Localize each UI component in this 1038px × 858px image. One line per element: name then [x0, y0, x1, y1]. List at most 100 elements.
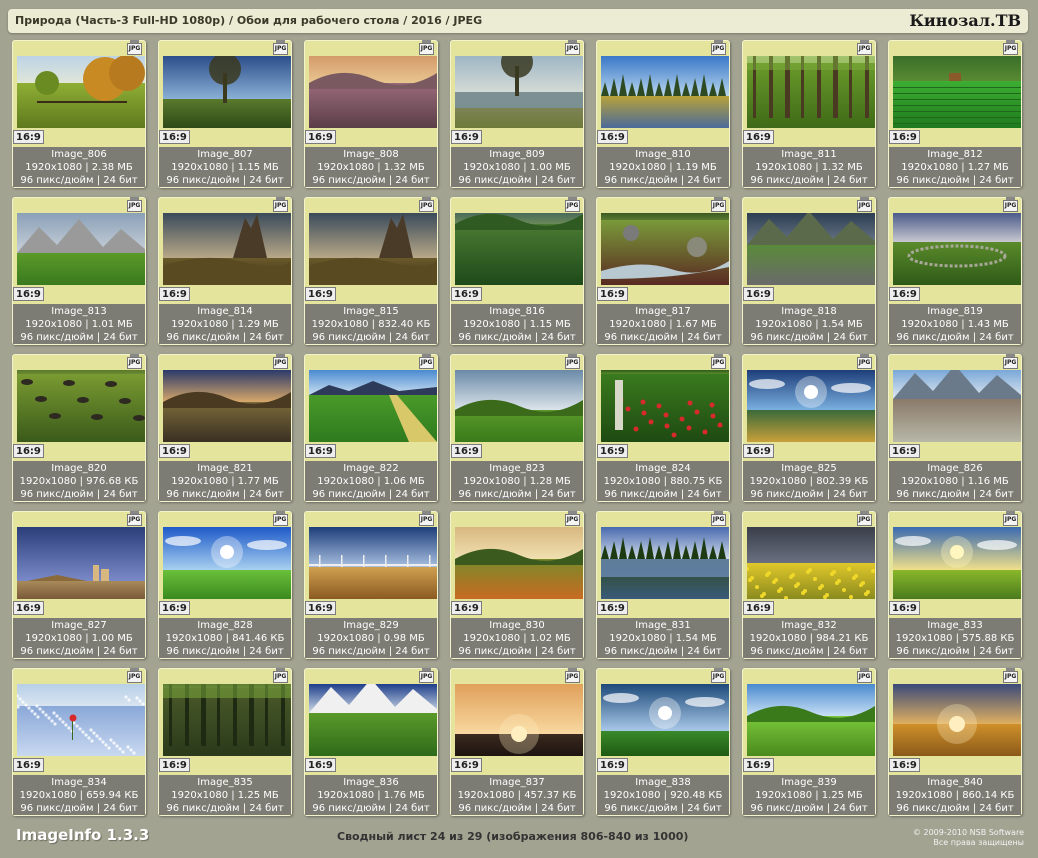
image-info-panel: Image_826 1920x1080 | 1.16 МБ 96 пикс/дю… — [889, 461, 1021, 501]
aspect-ratio-badge: 16:9 — [743, 758, 774, 772]
thumbnail-tile[interactable]: JPG 16:9 Image_828 1920x1080 | 841.46 КБ… — [158, 511, 292, 659]
thumbnail-tile[interactable]: JPG 16:9 Image_830 1920x1080 | 1.02 МБ 9… — [450, 511, 584, 659]
image-info-panel: Image_812 1920x1080 | 1.27 МБ 96 пикс/дю… — [889, 147, 1021, 187]
thumbnail-tile[interactable]: JPG 16:9 Image_840 1920x1080 | 860.14 КБ… — [888, 668, 1022, 816]
thumbnail-tile[interactable]: JPG 16:9 Image_826 1920x1080 | 1.16 МБ 9… — [888, 354, 1022, 502]
thumbnail-image[interactable] — [893, 56, 1021, 128]
thumbnail-image[interactable] — [455, 527, 583, 599]
thumbnail-image[interactable] — [747, 213, 875, 285]
thumbnail-image[interactable] — [601, 213, 729, 285]
aspect-ratio-badge: 16:9 — [889, 758, 920, 772]
image-dimensions-size: 1920x1080 | 1.16 МБ — [901, 476, 1009, 487]
image-filename: Image_811 — [781, 149, 837, 160]
thumbnail-image[interactable] — [601, 527, 729, 599]
thumbnail-image[interactable] — [309, 527, 437, 599]
jpg-file-icon: JPG — [419, 197, 434, 212]
thumbnail-image[interactable] — [163, 684, 291, 756]
thumbnail-image[interactable] — [893, 527, 1021, 599]
thumbnail-image[interactable] — [455, 56, 583, 128]
thumbnail-image[interactable] — [163, 56, 291, 128]
image-dpi-depth: 96 пикс/дюйм | 24 бит — [750, 489, 868, 500]
thumbnail-image[interactable] — [455, 213, 583, 285]
thumbnail-tile[interactable]: JPG 16:9 Image_820 1920x1080 | 976.68 КБ… — [12, 354, 146, 502]
thumbnail-tile[interactable]: JPG 16:9 Image_808 1920x1080 | 1.32 МБ 9… — [304, 40, 438, 188]
jpg-file-icon: JPG — [273, 354, 288, 369]
image-info-panel: Image_818 1920x1080 | 1.54 МБ 96 пикс/дю… — [743, 304, 875, 344]
thumbnail-tile[interactable]: JPG 16:9 Image_829 1920x1080 | 0.98 МБ 9… — [304, 511, 438, 659]
thumbnail-tile[interactable]: JPG 16:9 Image_817 1920x1080 | 1.67 МБ 9… — [596, 197, 730, 345]
thumbnail-image[interactable] — [17, 370, 145, 442]
thumbnail-image[interactable] — [17, 56, 145, 128]
thumbnail-image[interactable] — [893, 213, 1021, 285]
thumbnail-tile[interactable]: JPG 16:9 Image_834 1920x1080 | 659.94 КБ… — [12, 668, 146, 816]
aspect-ratio-badge: 16:9 — [159, 444, 190, 458]
thumbnail-tile[interactable]: JPG 16:9 Image_825 1920x1080 | 802.39 КБ… — [742, 354, 876, 502]
thumbnail-tile[interactable]: JPG 16:9 Image_811 1920x1080 | 1.32 МБ 9… — [742, 40, 876, 188]
thumbnail-tile[interactable]: JPG 16:9 Image_835 1920x1080 | 1.25 МБ 9… — [158, 668, 292, 816]
image-info-panel: Image_807 1920x1080 | 1.15 МБ 96 пикс/дю… — [159, 147, 291, 187]
image-info-panel: Image_832 1920x1080 | 984.21 КБ 96 пикс/… — [743, 618, 875, 658]
thumbnail-tile[interactable]: JPG 16:9 Image_838 1920x1080 | 920.48 КБ… — [596, 668, 730, 816]
thumbnail-tile[interactable]: JPG 16:9 Image_806 1920x1080 | 2.38 МБ 9… — [12, 40, 146, 188]
thumbnail-image[interactable] — [747, 56, 875, 128]
thumbnail-image[interactable] — [163, 527, 291, 599]
thumbnail-tile[interactable]: JPG 16:9 Image_821 1920x1080 | 1.77 МБ 9… — [158, 354, 292, 502]
thumbnail-image[interactable] — [309, 370, 437, 442]
aspect-ratio-badge: 16:9 — [305, 130, 336, 144]
image-filename: Image_832 — [781, 620, 837, 631]
thumbnail-image[interactable] — [17, 213, 145, 285]
thumbnail-tile[interactable]: JPG 16:9 Image_824 1920x1080 | 880.75 КБ… — [596, 354, 730, 502]
thumbnail-image[interactable] — [601, 684, 729, 756]
thumbnail-image[interactable] — [309, 213, 437, 285]
thumbnail-tile[interactable]: JPG 16:9 Image_822 1920x1080 | 1.06 МБ 9… — [304, 354, 438, 502]
thumbnail-tile[interactable]: JPG 16:9 Image_836 1920x1080 | 1.76 МБ 9… — [304, 668, 438, 816]
thumbnail-image[interactable] — [309, 56, 437, 128]
image-dpi-depth: 96 пикс/дюйм | 24 бит — [312, 332, 430, 343]
thumbnail-tile[interactable]: JPG 16:9 Image_814 1920x1080 | 1.29 МБ 9… — [158, 197, 292, 345]
image-info-panel: Image_825 1920x1080 | 802.39 КБ 96 пикс/… — [743, 461, 875, 501]
image-dpi-depth: 96 пикс/дюйм | 24 бит — [750, 332, 868, 343]
thumbnail-image[interactable] — [893, 684, 1021, 756]
thumbnail-image[interactable] — [747, 684, 875, 756]
thumbnail-tile[interactable]: JPG 16:9 Image_831 1920x1080 | 1.54 МБ 9… — [596, 511, 730, 659]
thumbnail-tile[interactable]: JPG 16:9 Image_839 1920x1080 | 1.25 МБ 9… — [742, 668, 876, 816]
image-dimensions-size: 1920x1080 | 2.38 МБ — [25, 162, 133, 173]
image-info-panel: Image_817 1920x1080 | 1.67 МБ 96 пикс/дю… — [597, 304, 729, 344]
thumbnail-image[interactable] — [309, 684, 437, 756]
image-info-panel: Image_822 1920x1080 | 1.06 МБ 96 пикс/дю… — [305, 461, 437, 501]
thumbnail-tile[interactable]: JPG 16:9 Image_827 1920x1080 | 1.00 МБ 9… — [12, 511, 146, 659]
thumbnail-tile[interactable]: JPG 16:9 Image_813 1920x1080 | 1.01 МБ 9… — [12, 197, 146, 345]
thumbnail-image[interactable] — [601, 56, 729, 128]
thumbnail-image[interactable] — [17, 527, 145, 599]
thumbnail-tile[interactable]: JPG 16:9 Image_816 1920x1080 | 1.15 МБ 9… — [450, 197, 584, 345]
image-info-panel: Image_811 1920x1080 | 1.32 МБ 96 пикс/дю… — [743, 147, 875, 187]
image-info-panel: Image_831 1920x1080 | 1.54 МБ 96 пикс/дю… — [597, 618, 729, 658]
aspect-ratio-badge: 16:9 — [451, 444, 482, 458]
thumbnail-image[interactable] — [163, 370, 291, 442]
thumbnail-image[interactable] — [17, 684, 145, 756]
thumbnail-tile[interactable]: JPG 16:9 Image_823 1920x1080 | 1.28 МБ 9… — [450, 354, 584, 502]
thumbnail-tile[interactable]: JPG 16:9 Image_833 1920x1080 | 575.88 КБ… — [888, 511, 1022, 659]
image-dpi-depth: 96 пикс/дюйм | 24 бит — [896, 332, 1014, 343]
thumbnail-image[interactable] — [163, 213, 291, 285]
thumbnail-image[interactable] — [747, 370, 875, 442]
thumbnail-tile[interactable]: JPG 16:9 Image_809 1920x1080 | 1.00 МБ 9… — [450, 40, 584, 188]
thumbnail-tile[interactable]: JPG 16:9 Image_819 1920x1080 | 1.43 МБ 9… — [888, 197, 1022, 345]
thumbnail-tile[interactable]: JPG 16:9 Image_837 1920x1080 | 457.37 КБ… — [450, 668, 584, 816]
thumbnail-tile[interactable]: JPG 16:9 Image_812 1920x1080 | 1.27 МБ 9… — [888, 40, 1022, 188]
image-dpi-depth: 96 пикс/дюйм | 24 бит — [896, 646, 1014, 657]
thumbnail-tile[interactable]: JPG 16:9 Image_815 1920x1080 | 832.40 КБ… — [304, 197, 438, 345]
thumbnail-tile[interactable]: JPG 16:9 Image_810 1920x1080 | 1.19 МБ 9… — [596, 40, 730, 188]
aspect-ratio-badge: 16:9 — [451, 601, 482, 615]
thumbnail-tile[interactable]: JPG 16:9 Image_818 1920x1080 | 1.54 МБ 9… — [742, 197, 876, 345]
jpg-file-icon: JPG — [419, 354, 434, 369]
thumbnail-tile[interactable]: JPG 16:9 Image_832 1920x1080 | 984.21 КБ… — [742, 511, 876, 659]
thumbnail-image[interactable] — [455, 684, 583, 756]
thumbnail-image[interactable] — [893, 370, 1021, 442]
thumbnail-image[interactable] — [455, 370, 583, 442]
thumbnail-image[interactable] — [747, 527, 875, 599]
thumbnail-image[interactable] — [601, 370, 729, 442]
image-dimensions-size: 1920x1080 | 1.43 МБ — [901, 319, 1009, 330]
image-filename: Image_824 — [635, 463, 691, 474]
thumbnail-tile[interactable]: JPG 16:9 Image_807 1920x1080 | 1.15 МБ 9… — [158, 40, 292, 188]
